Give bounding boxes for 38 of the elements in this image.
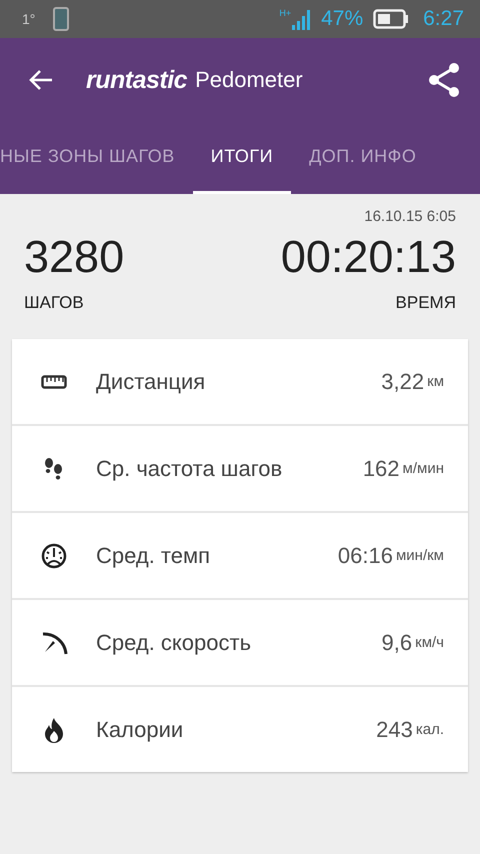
- tab[interactable]: НЫЕ ЗОНЫ ШАГОВ: [0, 122, 193, 194]
- clock-text: 6:27: [423, 7, 464, 31]
- stat-label: Ср. частота шагов: [96, 456, 284, 482]
- summary-value: 00:20:13: [280, 231, 456, 283]
- app-logo: runtastic: [86, 66, 188, 94]
- stat-value: 06:16: [338, 542, 393, 568]
- stat-value: 3,22: [381, 368, 424, 394]
- ruler-icon: [41, 374, 67, 388]
- battery-percent-text: 47%: [321, 7, 364, 31]
- battery-icon: [373, 9, 410, 29]
- notification-text: 1°: [22, 11, 36, 27]
- summary-label: ВРЕМЯ: [396, 293, 456, 313]
- back-arrow-icon[interactable]: [28, 69, 54, 91]
- summary-label: ШАГОВ: [24, 293, 85, 313]
- stat-label: Дистанция: [96, 368, 206, 394]
- gauge-icon: [40, 630, 68, 656]
- share-icon[interactable]: [426, 62, 462, 98]
- speedometer-icon: [41, 542, 67, 568]
- stat-label: Сред. темп: [96, 542, 212, 568]
- stat-value: 162: [362, 456, 400, 482]
- stat-label: Калории: [96, 716, 184, 742]
- stat-unit: м/мин: [402, 460, 444, 477]
- stat-unit: кал.: [416, 721, 444, 738]
- stat-value: 9,6: [382, 630, 412, 656]
- stat-value: 243: [376, 716, 413, 742]
- stat-label: Сред. скорость: [96, 630, 252, 656]
- stat-unit: мин/км: [396, 547, 444, 564]
- stat-unit: км: [427, 373, 444, 390]
- tab[interactable]: ДОП. ИНФО: [291, 122, 434, 194]
- stat-unit: км/ч: [415, 634, 444, 651]
- network-type-text: H+: [279, 8, 292, 18]
- date-text: 16.10.15 6:05: [363, 207, 457, 225]
- flame-icon: [43, 716, 65, 742]
- app-title: Pedometer: [195, 67, 303, 93]
- signal-icon: [291, 8, 312, 30]
- summary-value: 3280: [24, 231, 124, 283]
- phone-icon: [53, 7, 70, 31]
- tab[interactable]: ИТОГИ: [192, 122, 292, 194]
